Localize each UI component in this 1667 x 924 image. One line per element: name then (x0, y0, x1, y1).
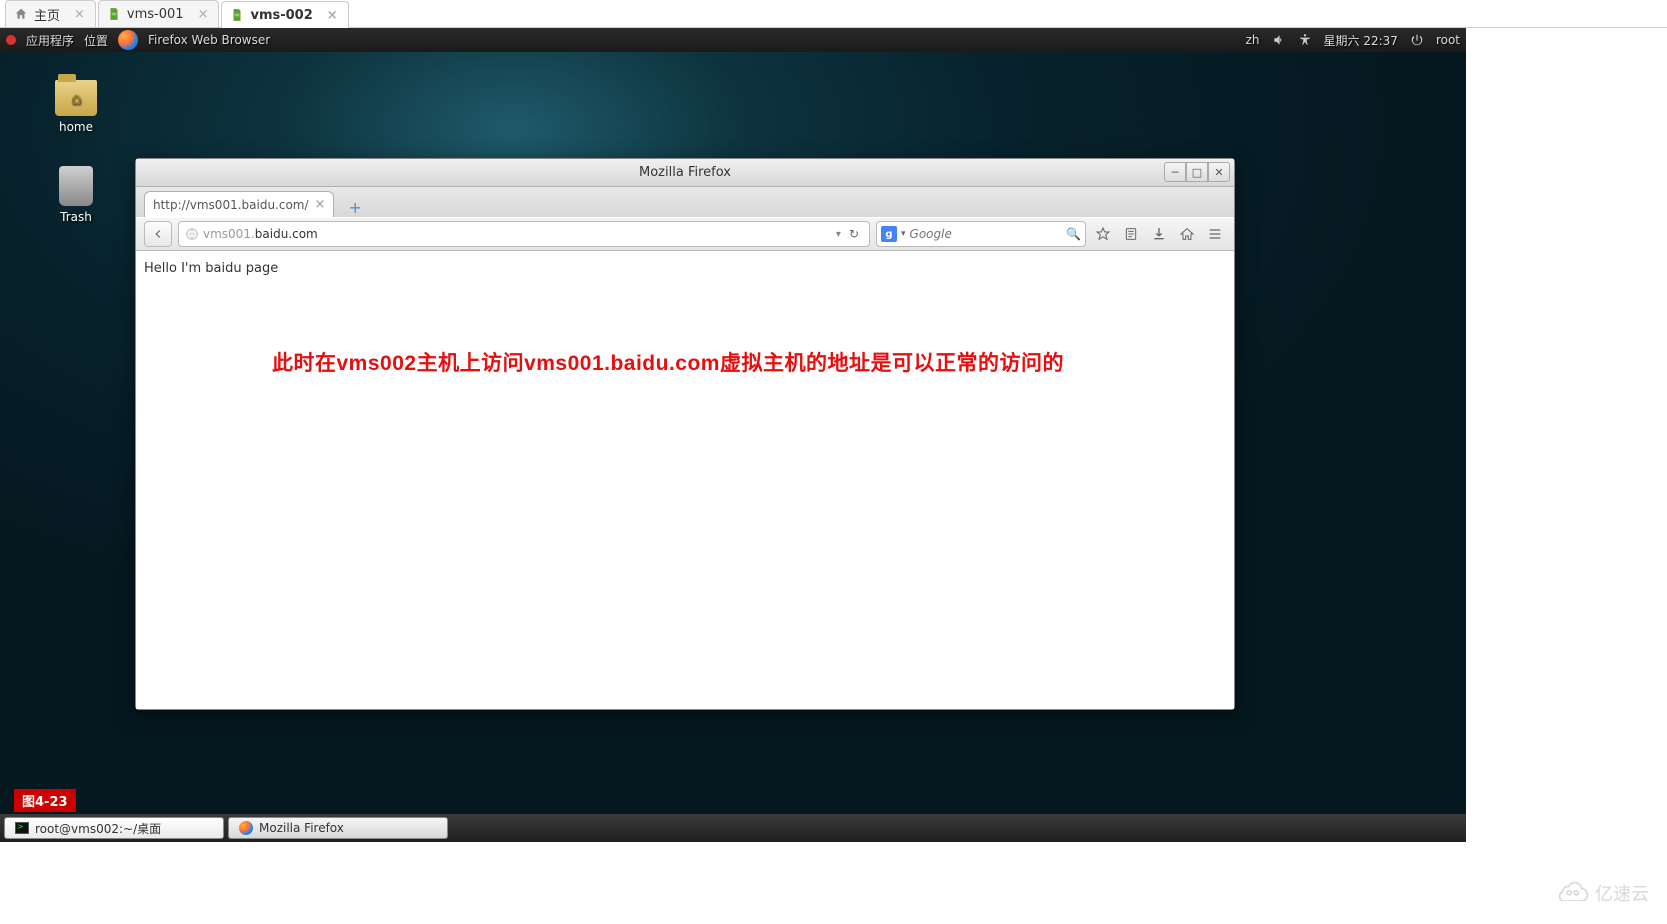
applications-menu[interactable]: 应用程序 (26, 32, 74, 49)
volume-icon[interactable] (1272, 33, 1286, 47)
minimize-button[interactable]: ─ (1164, 162, 1186, 182)
reload-button[interactable]: ↻ (845, 227, 863, 241)
firefox-icon[interactable] (118, 30, 138, 50)
doc-tab-label: vms-001 (127, 7, 184, 22)
desktop-icon-home[interactable]: ⌂ home (36, 80, 116, 134)
close-button[interactable]: ✕ (1208, 162, 1230, 182)
figure-label: 图4-23 (14, 789, 76, 812)
taskbar-label: Mozilla Firefox (259, 821, 344, 835)
firefox-icon (239, 821, 253, 835)
screenshot-region: 应用程序 位置 Firefox Web Browser zh 星期六 22:37… (0, 28, 1466, 842)
bookmark-star-icon[interactable] (1092, 223, 1114, 245)
window-titlebar[interactable]: Mozilla Firefox ─ □ ✕ (136, 159, 1234, 187)
close-icon[interactable]: × (74, 7, 85, 22)
url-host-dark: baidu.com (255, 227, 318, 241)
activities-icon[interactable] (6, 35, 16, 45)
search-engine-dropdown-icon[interactable]: ▾ (901, 229, 906, 239)
url-dropdown-icon[interactable]: ▾ (832, 229, 845, 240)
google-icon: g (881, 226, 897, 242)
gnome-top-bar: 应用程序 位置 Firefox Web Browser zh 星期六 22:37… (0, 28, 1466, 52)
bottom-band (0, 842, 1667, 924)
power-icon[interactable] (1410, 33, 1424, 47)
doc-icon (230, 8, 244, 22)
bookmarks-list-icon[interactable] (1120, 223, 1142, 245)
browser-tab[interactable]: http://vms001.baidu.com/ × (144, 191, 334, 217)
window-title: Mozilla Firefox (639, 165, 731, 180)
trash-icon (59, 166, 93, 206)
close-icon[interactable]: × (198, 7, 209, 22)
places-menu[interactable]: 位置 (84, 32, 108, 49)
home-icon (14, 7, 28, 21)
doc-tab-vms002[interactable]: vms-002 × (221, 1, 348, 28)
doc-tab-label: vms-002 (250, 8, 312, 23)
taskbar-item-terminal[interactable]: root@vms002:~/桌面 (4, 817, 224, 839)
terminal-icon (15, 822, 29, 834)
desktop-icon-label: Trash (36, 210, 116, 224)
maximize-button[interactable]: □ (1186, 162, 1208, 182)
tab-title: http://vms001.baidu.com/ (153, 198, 309, 212)
ime-indicator[interactable]: zh (1246, 33, 1260, 47)
search-bar[interactable]: g ▾ 🔍 (876, 221, 1086, 247)
desktop-icon-label: home (36, 120, 116, 134)
firefox-tab-bar: http://vms001.baidu.com/ × + (136, 187, 1234, 217)
page-text: Hello I'm baidu page (144, 261, 1226, 276)
taskbar-item-firefox[interactable]: Mozilla Firefox (228, 817, 448, 839)
home-button[interactable] (1176, 223, 1198, 245)
close-icon[interactable]: × (327, 8, 338, 23)
page-content: Hello I'm baidu page 此时在vms002主机上访问vms00… (136, 251, 1234, 709)
search-icon[interactable]: 🔍 (1066, 227, 1081, 241)
new-tab-button[interactable]: + (342, 198, 367, 217)
right-gutter (1466, 28, 1667, 842)
doc-tab-vms001[interactable]: vms-001 × (98, 0, 220, 27)
firefox-window: Mozilla Firefox ─ □ ✕ http://vms001.baid… (135, 158, 1235, 710)
downloads-icon[interactable] (1148, 223, 1170, 245)
menu-button[interactable] (1204, 223, 1226, 245)
watermark: 亿速云 (1555, 879, 1649, 906)
back-button[interactable] (144, 221, 172, 247)
gnome-taskbar: root@vms002:~/桌面 Mozilla Firefox (0, 814, 1466, 842)
firefox-toolbar: vms001.baidu.com ▾ ↻ g ▾ 🔍 (136, 217, 1234, 251)
desktop-icon-trash[interactable]: Trash (36, 166, 116, 224)
cloud-icon (1555, 879, 1589, 906)
folder-icon: ⌂ (55, 80, 97, 116)
url-bar[interactable]: vms001.baidu.com ▾ ↻ (178, 221, 870, 247)
active-app-label: Firefox Web Browser (148, 33, 270, 47)
clock[interactable]: 星期六 22:37 (1324, 32, 1398, 49)
doc-tab-home[interactable]: 主页 × (5, 0, 96, 27)
search-input[interactable] (910, 227, 1067, 241)
desktop[interactable]: ⌂ home Trash Mozilla Firefox ─ □ ✕ http:… (0, 52, 1466, 814)
globe-icon (185, 227, 199, 241)
doc-tab-label: 主页 (34, 5, 60, 24)
tab-close-icon[interactable]: × (315, 197, 326, 212)
doc-icon (107, 7, 121, 21)
url-host-gray: vms001. (203, 227, 255, 241)
watermark-text: 亿速云 (1595, 880, 1649, 906)
annotation-text: 此时在vms002主机上访问vms001.baidu.com虚拟主机的地址是可以… (272, 347, 1064, 377)
user-menu[interactable]: root (1436, 33, 1460, 47)
taskbar-label: root@vms002:~/桌面 (35, 820, 161, 837)
doc-tabs: 主页 × vms-001 × vms-002 × (0, 0, 1667, 28)
accessibility-icon[interactable] (1298, 33, 1312, 47)
